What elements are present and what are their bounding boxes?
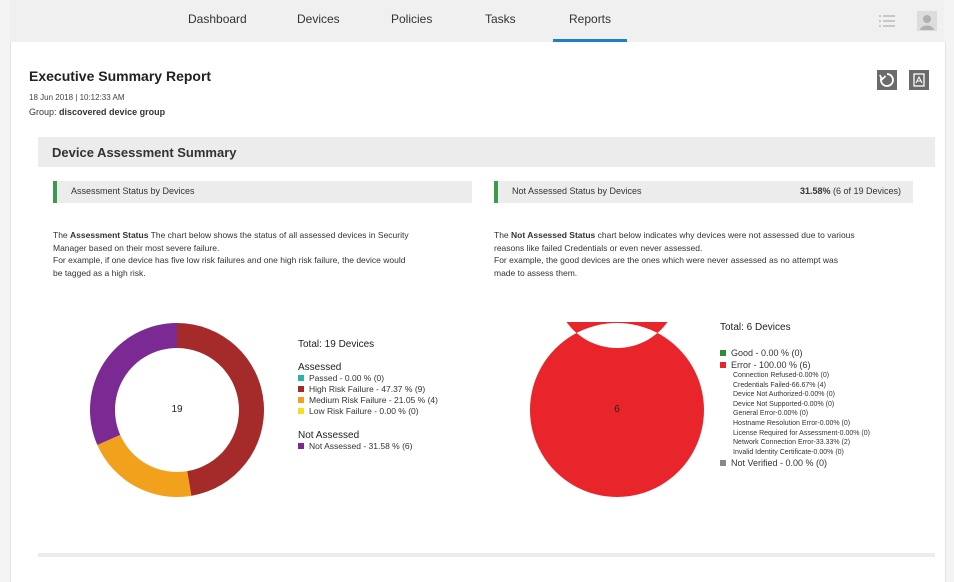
desc-line-2: reasons like failed Credentials or even … bbox=[494, 242, 703, 253]
not-assessed-legend-item-swatch bbox=[298, 443, 304, 449]
assessed-legend-item-label: Low Risk Failure - 0.00 % (0) bbox=[309, 406, 419, 416]
assessed-legend-item-label: Passed - 0.00 % (0) bbox=[309, 373, 385, 383]
assessment-status-label: Assessment Status by Devices bbox=[71, 186, 195, 196]
assessed-legend-item: Passed - 0.00 % (0) bbox=[298, 373, 438, 384]
error-detail-item: Device Not Authorized-0.00% (0) bbox=[720, 390, 870, 400]
not-assessed-legend-item: Not Assessed - 31.58 % (6) bbox=[298, 441, 438, 452]
desc-line-1: chart below indicates why devices were n… bbox=[595, 230, 855, 240]
legend-item-not-verified: Not Verified - 0.00 % (0) bbox=[720, 457, 870, 469]
not-assessed-center-value: 6 bbox=[614, 404, 620, 415]
device-assessment-summary: Device Assessment Summary Assessment Sta… bbox=[38, 137, 935, 557]
user-avatar-icon[interactable] bbox=[916, 11, 938, 31]
donut-slice-medium-risk-failure[interactable] bbox=[97, 434, 192, 497]
error-detail-item-label: General Error-0.00% (0) bbox=[733, 410, 809, 418]
not-assessed-count: (6 of 19 Devices) bbox=[830, 186, 901, 196]
error-detail-item: Network Connection Error-33.33% (2) bbox=[720, 438, 870, 448]
not-assessed-description: The Not Assessed Status chart below indi… bbox=[494, 229, 919, 279]
bar-accent bbox=[53, 181, 57, 203]
tab-policies[interactable]: Policies bbox=[391, 12, 432, 26]
assessment-legend: Total: 19 Devices Assessed Passed - 0.00… bbox=[298, 339, 438, 452]
assessed-legend-item: High Risk Failure - 47.37 % (9) bbox=[298, 384, 438, 395]
desc-bold: Not Assessed Status bbox=[511, 230, 596, 240]
assessed-legend-item: Medium Risk Failure - 21.05 % (4) bbox=[298, 395, 438, 406]
tab-reports[interactable]: Reports bbox=[552, 12, 628, 42]
group-value: discovered device group bbox=[59, 107, 166, 117]
desc-line-2: Manager based on their most severe failu… bbox=[53, 242, 220, 253]
desc-line-3: For example, the good devices are the on… bbox=[494, 255, 838, 265]
good-label: Good - 0.00 % (0) bbox=[731, 348, 803, 358]
donut-slice-not-assessed[interactable] bbox=[90, 323, 177, 445]
desc-line-3: For example, if one device has five low … bbox=[53, 255, 406, 265]
desc-line-1: The chart below shows the status of all … bbox=[148, 230, 409, 240]
error-detail-item-label: Device Not Supported-0.00% (0) bbox=[733, 400, 835, 408]
error-detail-item-label: Connection Refused-0.00% (0) bbox=[733, 372, 830, 379]
error-detail-item: Connection Refused-0.00% (0) bbox=[720, 371, 870, 381]
error-detail-item: Invalid Identity Certificate-0.00% (0) bbox=[720, 448, 870, 458]
error-detail-item-label: Device Not Authorized-0.00% (0) bbox=[733, 391, 835, 399]
report-page: Executive Summary Report 18 Jun 2018 | 1… bbox=[10, 42, 946, 582]
error-detail-item-label: Invalid Identity Certificate-0.00% (0) bbox=[733, 448, 844, 456]
assessed-legend-item-label: Medium Risk Failure - 21.05 % (4) bbox=[309, 395, 438, 405]
assessment-status-bar: Assessment Status by Devices bbox=[53, 181, 472, 203]
not-assessed-status-bar: Not Assessed Status by Devices 31.58% (6… bbox=[494, 181, 913, 203]
error-detail-item: General Error-0.00% (0) bbox=[720, 409, 870, 419]
assessed-legend-item-label: High Risk Failure - 47.37 % (9) bbox=[309, 384, 426, 394]
error-detail-item: Credentials Failed-66.67% (4) bbox=[720, 381, 870, 391]
assessed-legend-item-swatch bbox=[298, 408, 304, 414]
legend-item-error: Error - 100.00 % (6) bbox=[720, 359, 870, 371]
assessed-legend-item-swatch bbox=[298, 386, 304, 392]
assessed-legend-item: Low Risk Failure - 0.00 % (0) bbox=[298, 406, 438, 417]
summary-title: Device Assessment Summary bbox=[52, 145, 237, 160]
list-icon[interactable] bbox=[876, 11, 898, 31]
not-assessed-status-label: Not Assessed Status by Devices bbox=[512, 186, 642, 196]
error-detail-item: Device Not Supported-0.00% (0) bbox=[720, 400, 870, 410]
desc-pre: The bbox=[494, 230, 512, 240]
not-assessed-legend: Total: 6 Devices Good - 0.00 % (0) Error… bbox=[720, 322, 870, 469]
error-detail-item: Hostname Resolution Error-0.00% (0) bbox=[720, 419, 870, 429]
error-detail-item-label: Hostname Resolution Error-0.00% (0) bbox=[733, 419, 851, 427]
assessment-center-value: 19 bbox=[171, 404, 183, 415]
desc-pre: The bbox=[53, 230, 71, 240]
assessment-description: The Assessment Status The chart below sh… bbox=[53, 229, 473, 279]
report-group: Group: discovered device group bbox=[29, 107, 165, 117]
bar-accent bbox=[494, 181, 498, 203]
not-assessed-ratio: 31.58% (6 of 19 Devices) bbox=[800, 186, 901, 196]
tab-tasks[interactable]: Tasks bbox=[485, 12, 516, 26]
tab-devices[interactable]: Devices bbox=[297, 12, 340, 26]
not-assessed-percent: 31.58% bbox=[799, 186, 831, 196]
assessed-group-label: Assessed bbox=[298, 362, 342, 373]
error-swatch bbox=[720, 362, 726, 368]
report-timestamp: 18 Jun 2018 | 10:12:33 AM bbox=[29, 93, 125, 102]
refresh-icon[interactable] bbox=[877, 70, 897, 90]
desc-line-4: made to assess them. bbox=[494, 267, 578, 278]
tab-dashboard[interactable]: Dashboard bbox=[188, 12, 247, 26]
not-verified-label: Not Verified - 0.00 % (0) bbox=[731, 458, 828, 469]
error-label: Error - 100.00 % (6) bbox=[731, 360, 811, 370]
pdf-export-icon[interactable] bbox=[909, 70, 929, 90]
group-label: Group: bbox=[29, 107, 57, 117]
assessment-total: Total: 19 Devices bbox=[298, 339, 375, 350]
assessed-legend-item-swatch bbox=[298, 397, 304, 403]
error-detail-item: License Required for Assessment-0.00% (0… bbox=[720, 429, 870, 439]
legend-item-good: Good - 0.00 % (0) bbox=[720, 347, 870, 359]
good-swatch bbox=[720, 350, 726, 356]
error-detail-item-label: Credentials Failed-66.67% (4) bbox=[733, 381, 826, 389]
assessed-legend-item-swatch bbox=[298, 375, 304, 381]
not-assessed-legend-item-label: Not Assessed - 31.58 % (6) bbox=[309, 441, 413, 451]
error-detail-item-label: Network Connection Error-33.33% (2) bbox=[733, 439, 851, 447]
desc-bold: Assessment Status bbox=[70, 230, 149, 240]
summary-body: Assessment Status by Devices Not Assesse… bbox=[38, 167, 935, 553]
error-detail-item-label: License Required for Assessment-0.00% (0… bbox=[733, 429, 870, 437]
not-verified-swatch bbox=[720, 460, 726, 467]
top-navigation: Dashboard Devices Policies Tasks Reports bbox=[10, 0, 944, 43]
report-title: Executive Summary Report bbox=[29, 68, 212, 84]
not-assessed-group-label: Not Assessed bbox=[298, 430, 360, 441]
desc-line-4: be tagged as a high risk. bbox=[53, 267, 146, 278]
not-assessed-total: Total: 6 Devices bbox=[720, 322, 791, 333]
